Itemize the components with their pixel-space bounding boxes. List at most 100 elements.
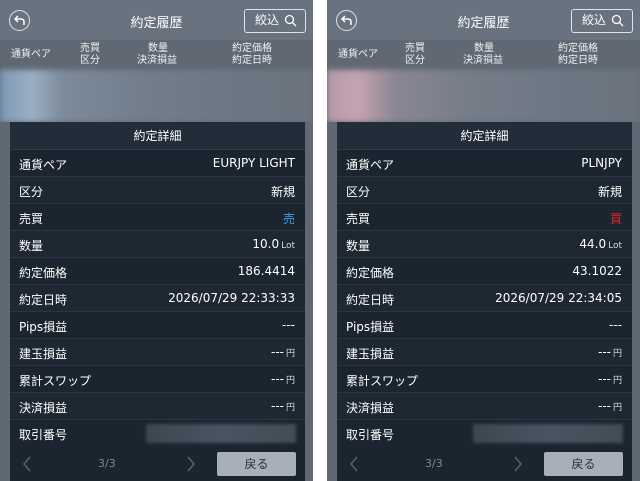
top-bar: 約定履歴 絞込	[0, 0, 313, 40]
side-sell-value: 売	[282, 212, 295, 226]
row-value: PLNJPY	[581, 156, 622, 170]
trade-detail-dialog: 約定詳細 通貨ペア EURJPY LIGHT 区分 新規 売買 売 数量 10.…	[10, 122, 305, 481]
row-pips: Pips損益 ---	[337, 312, 632, 339]
row-label: 通貨ペア	[19, 158, 68, 172]
page-count: 3/3	[98, 457, 116, 470]
row-label: 累計スワップ	[346, 374, 419, 388]
row-label: 売買	[19, 212, 44, 226]
search-icon	[611, 14, 624, 27]
detail-rows: 通貨ペア EURJPY LIGHT 区分 新規 売買 売 数量 10.0 Lot …	[10, 150, 305, 447]
row-swap: 累計スワップ --- 円	[337, 366, 632, 393]
masked-trade-number	[473, 424, 623, 443]
row-value: --- 円	[598, 399, 622, 413]
search-icon	[284, 14, 297, 27]
row-label: 建玉損益	[346, 347, 395, 361]
row-label: Pips損益	[19, 320, 68, 334]
row-value: --- 円	[598, 345, 622, 359]
back-button[interactable]: 戻る	[544, 452, 623, 476]
yen-unit: 円	[612, 349, 622, 359]
row-value: --- 円	[271, 372, 295, 386]
row-value: --- 円	[598, 372, 622, 386]
side-buy-value: 買	[609, 212, 622, 226]
row-label: 区分	[19, 185, 44, 199]
top-bar: 約定履歴 絞込	[327, 0, 640, 40]
row-label: 売買	[346, 212, 371, 226]
screen-right: 約定履歴 絞込 通貨ペア 売買 区分 数量 決済損益 約定価格 約定日時 約定詳…	[327, 0, 640, 481]
row-label: 約定価格	[19, 266, 68, 280]
row-value: 43.1022	[572, 264, 622, 278]
row-label: 約定日時	[346, 293, 395, 307]
value-text: ---	[270, 345, 284, 359]
back-button[interactable]: 戻る	[217, 452, 296, 476]
col-price-1: 約定価格	[232, 43, 272, 54]
row-value: ---	[609, 318, 622, 332]
row-trade-no: 取引番号	[10, 420, 305, 447]
chevron-right-icon[interactable]	[186, 456, 196, 472]
row-pair: 通貨ペア EURJPY LIGHT	[10, 150, 305, 177]
filter-button[interactable]: 絞込	[571, 9, 633, 33]
row-settle-pl: 決済損益 --- 円	[337, 393, 632, 420]
row-label: 累計スワップ	[19, 374, 92, 388]
quantity-number: 10.0	[252, 237, 280, 251]
col-qty-2: 決済損益	[137, 55, 177, 66]
col-price-2: 約定日時	[558, 55, 598, 66]
yen-unit: 円	[285, 376, 295, 386]
col-pair: 通貨ペア	[11, 49, 51, 60]
row-trade-no: 取引番号	[337, 420, 632, 447]
row-value: 新規	[597, 185, 622, 199]
row-label: 通貨ペア	[346, 158, 395, 172]
row-label: 取引番号	[346, 428, 395, 442]
row-datetime: 約定日時 2026/07/29 22:34:05	[337, 285, 632, 312]
row-swap: 累計スワップ --- 円	[10, 366, 305, 393]
column-header: 通貨ペア 売買 区分 数量 決済損益 約定価格 約定日時	[0, 40, 313, 70]
row-value: 10.0 Lot	[252, 237, 295, 251]
row-label: Pips損益	[346, 320, 395, 334]
row-value: ---	[282, 318, 295, 332]
row-quantity: 数量 10.0 Lot	[10, 231, 305, 258]
row-category: 区分 新規	[10, 177, 305, 204]
col-pair: 通貨ペア	[338, 49, 378, 60]
col-side-1: 売買	[405, 43, 425, 54]
value-text: ---	[270, 372, 284, 386]
yen-unit: 円	[612, 376, 622, 386]
col-side-2: 区分	[405, 55, 425, 66]
column-header: 通貨ペア 売買 区分 数量 決済損益 約定価格 約定日時	[327, 40, 640, 70]
quantity-number: 44.0	[579, 237, 607, 251]
chevron-left-icon[interactable]	[349, 456, 359, 472]
row-label: 数量	[346, 239, 371, 253]
pager: 3/3 戻る	[337, 446, 632, 481]
row-settle-pl: 決済損益 --- 円	[10, 393, 305, 420]
value-text: ---	[270, 399, 284, 413]
row-quantity: 数量 44.0 Lot	[337, 231, 632, 258]
filter-label: 絞込	[255, 13, 280, 27]
row-position-pl: 建玉損益 --- 円	[10, 339, 305, 366]
row-side: 売買 売	[10, 204, 305, 231]
masked-trade-number	[146, 424, 296, 443]
pager: 3/3 戻る	[10, 446, 305, 481]
row-label: 決済損益	[19, 401, 68, 415]
row-datetime: 約定日時 2026/07/29 22:33:33	[10, 285, 305, 312]
col-side-1: 売買	[80, 43, 100, 54]
yen-unit: 円	[285, 349, 295, 359]
chevron-left-icon[interactable]	[22, 456, 32, 472]
col-price-1: 約定価格	[558, 43, 598, 54]
yen-unit: 円	[612, 403, 622, 413]
row-value: EURJPY LIGHT	[212, 156, 295, 170]
row-value: 2026/07/29 22:34:05	[495, 291, 622, 305]
row-price: 約定価格 186.4414	[10, 258, 305, 285]
chevron-right-icon[interactable]	[513, 456, 523, 472]
row-label: 区分	[346, 185, 371, 199]
row-label: 建玉損益	[19, 347, 68, 361]
col-qty-1: 数量	[474, 43, 494, 54]
col-price-2: 約定日時	[232, 55, 272, 66]
quantity-unit: Lot	[608, 241, 622, 251]
col-qty-1: 数量	[148, 43, 168, 54]
detail-rows: 通貨ペア PLNJPY 区分 新規 売買 買 数量 44.0 Lot 約定価格 4…	[337, 150, 632, 447]
row-label: 約定価格	[346, 266, 395, 280]
col-side-2: 区分	[80, 55, 100, 66]
filter-button[interactable]: 絞込	[244, 9, 306, 33]
dialog-title: 約定詳細	[337, 122, 632, 150]
row-value: 44.0 Lot	[579, 237, 622, 251]
trade-detail-dialog: 約定詳細 通貨ペア PLNJPY 区分 新規 売買 買 数量 44.0 Lot 約…	[337, 122, 632, 481]
yen-unit: 円	[285, 403, 295, 413]
